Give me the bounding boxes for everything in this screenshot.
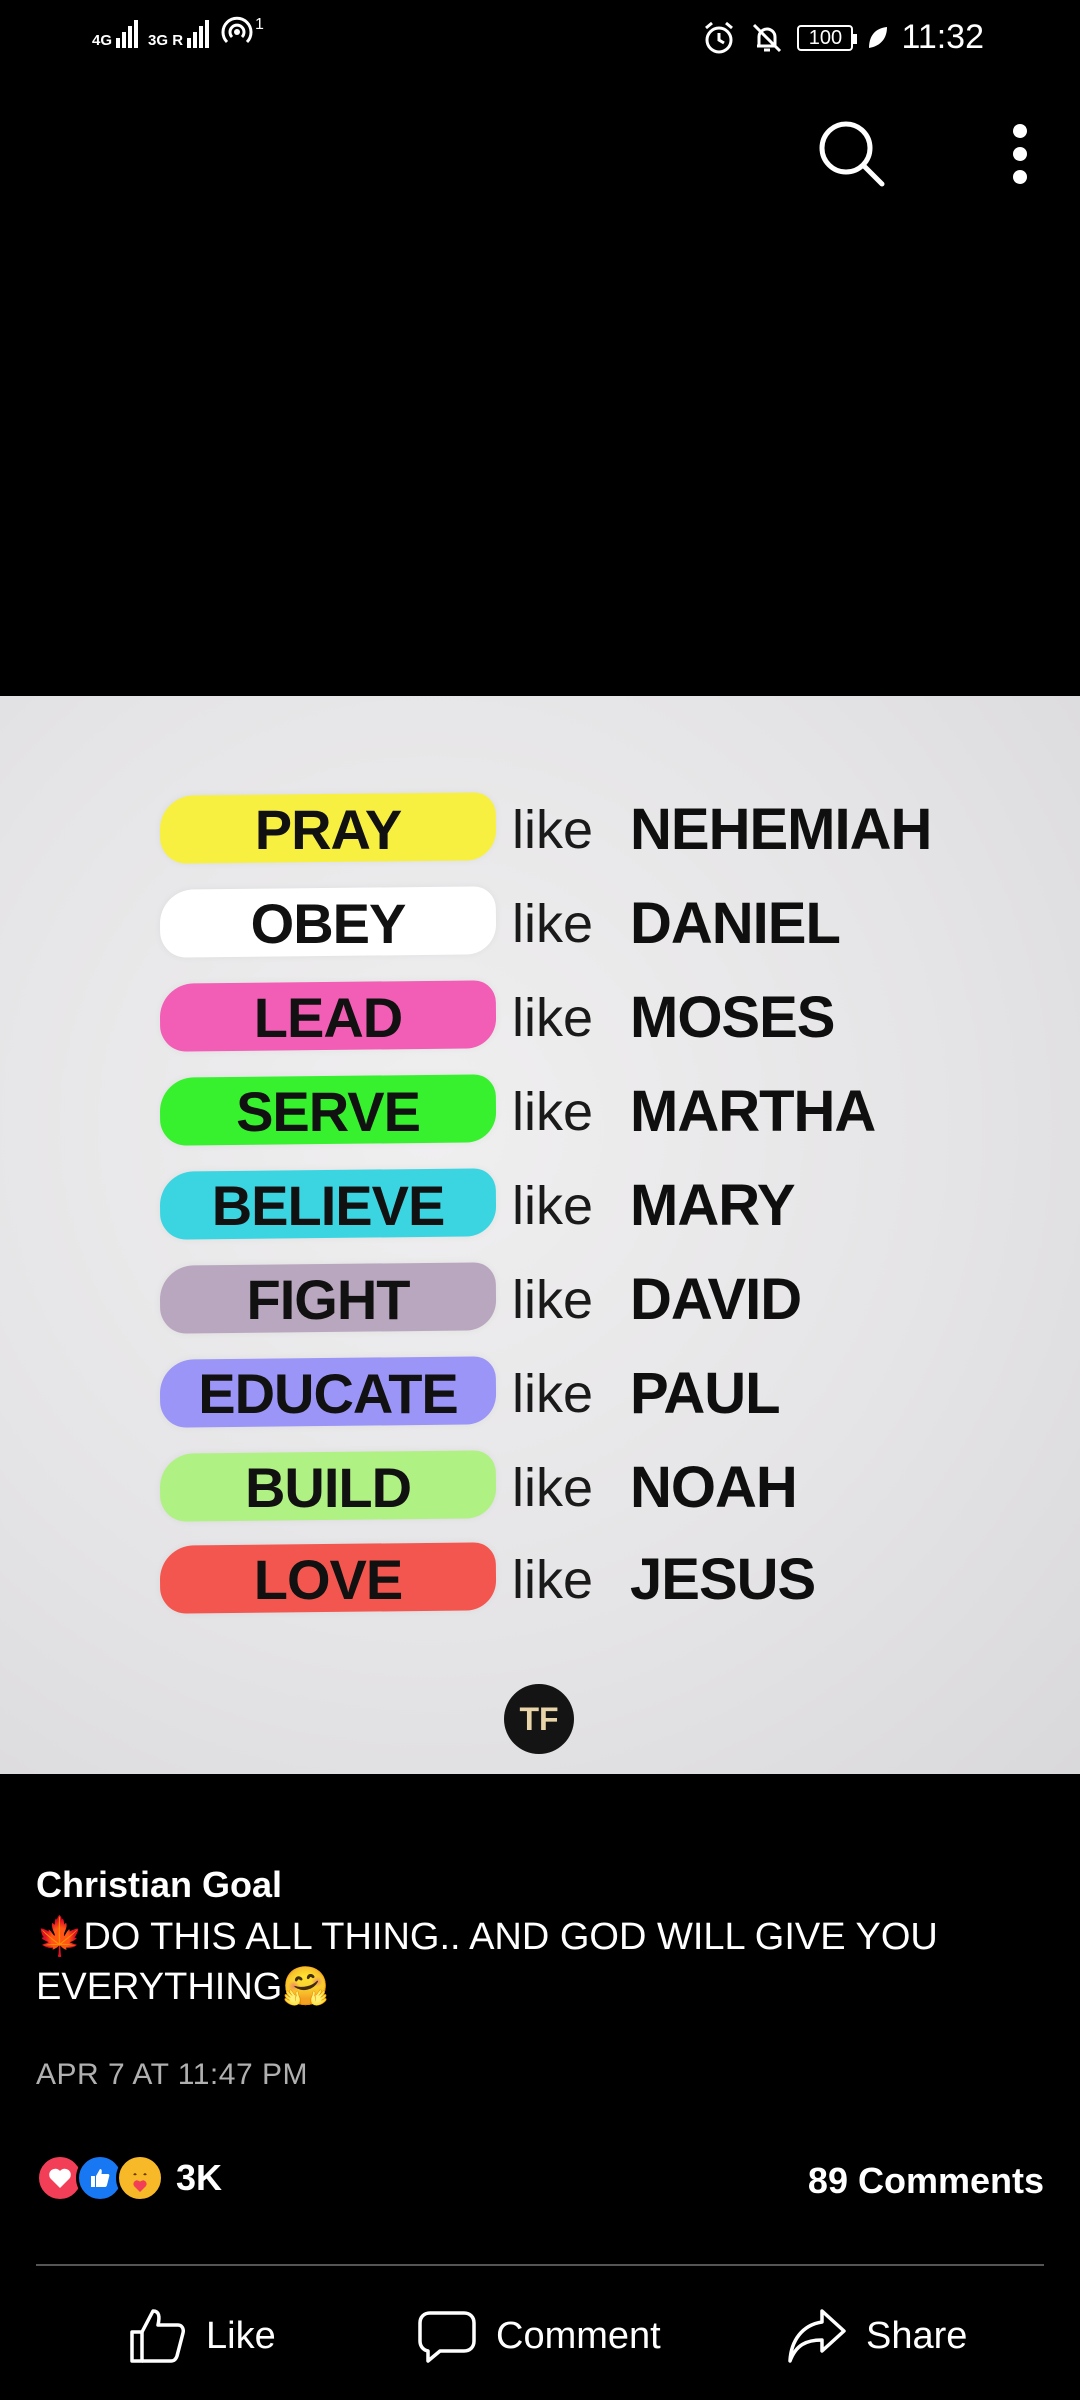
verse-person: JESUS: [630, 1547, 816, 1612]
verse-like: like: [512, 1270, 594, 1330]
signal-2: 3G R: [148, 18, 210, 49]
verse-verb: LEAD: [253, 986, 403, 1049]
verse-verb: FIGHT: [246, 1268, 411, 1331]
hotspot-icon: 1: [219, 16, 264, 48]
status-bar: 4G 3G R 1 100 11:32: [0, 0, 1080, 80]
verse-verb: PRAY: [254, 798, 402, 861]
battery-icon: 100: [797, 24, 858, 51]
publisher-logo: TF: [504, 1684, 574, 1754]
status-right: 100 11:32: [701, 18, 984, 57]
comment-label: Comment: [496, 2314, 661, 2357]
comment-button[interactable]: Comment: [416, 2296, 661, 2376]
verse-like: like: [512, 1364, 594, 1424]
verse-verb: OBEY: [250, 892, 407, 955]
share-button[interactable]: Share: [786, 2296, 967, 2376]
verse-person: MARY: [630, 1173, 796, 1238]
verse-like: like: [512, 894, 594, 954]
verse-person: DAVID: [630, 1267, 802, 1332]
verse-verb: SERVE: [236, 1080, 421, 1143]
verse-person: DANIEL: [630, 891, 841, 956]
signal-bars-icon: [116, 18, 139, 48]
more-options-button[interactable]: [1000, 114, 1040, 194]
post-timestamp: APR 7 AT 11:47 PM: [36, 2058, 308, 2091]
verse-like: like: [512, 1550, 594, 1610]
verse-like: like: [512, 1082, 594, 1142]
share-icon: [788, 2309, 846, 2363]
verse-verb: BELIEVE: [211, 1174, 446, 1237]
post-action-bar: Like Comment Share: [0, 2296, 1080, 2376]
verse-row: LOVE like JESUS: [0, 1534, 1080, 1624]
hotspot-badge: 1: [255, 16, 264, 33]
signal-bars-icon: [187, 18, 210, 48]
care-reaction-icon: [116, 2154, 164, 2202]
verse-row: EDUCATE like PAUL: [0, 1348, 1080, 1438]
search-button[interactable]: [812, 114, 892, 194]
post-author[interactable]: Christian Goal: [36, 1864, 282, 1906]
signal-1: 4G: [92, 18, 139, 49]
network-type-2: 3G R: [148, 32, 184, 49]
alarm-icon: [705, 21, 734, 53]
verse-like: like: [512, 1176, 594, 1236]
verse-like: like: [512, 988, 594, 1048]
search-icon: [819, 121, 885, 187]
reactions-summary[interactable]: 3K: [36, 2154, 222, 2202]
verse-row: FIGHT like DAVID: [0, 1254, 1080, 1344]
verse-row: BUILD like NOAH: [0, 1442, 1080, 1532]
share-label: Share: [866, 2314, 968, 2357]
battery-saver-leaf-icon: [869, 26, 888, 48]
verse-person: NEHEMIAH: [630, 797, 932, 862]
post-caption: 🍁DO THIS ALL THING.. AND GOD WILL GIVE Y…: [36, 1916, 938, 2008]
verse-verb: BUILD: [244, 1456, 412, 1519]
thumbs-up-icon: [130, 2309, 185, 2363]
verse-row: PRAY like NEHEMIAH: [0, 784, 1080, 874]
like-button[interactable]: Like: [126, 2296, 276, 2376]
comment-icon: [418, 2311, 476, 2363]
verse-row: BELIEVE like MARY: [0, 1160, 1080, 1250]
top-actions: [780, 110, 1080, 190]
network-type-1: 4G: [92, 32, 113, 49]
verse-verb: EDUCATE: [198, 1362, 459, 1425]
verse-row: SERVE like MARTHA: [0, 1066, 1080, 1156]
verse-person: PAUL: [630, 1361, 781, 1426]
verse-person: MOSES: [630, 985, 835, 1050]
divider: [36, 2264, 1044, 2266]
notifications-off-icon: [753, 23, 782, 52]
post-image[interactable]: PRAY like NEHEMIAH OBEY like DANIEL LEAD…: [0, 696, 1080, 1774]
verse-verb: LOVE: [253, 1548, 403, 1611]
verse-like: like: [512, 1458, 594, 1518]
like-label: Like: [206, 2314, 276, 2357]
verse-like: like: [512, 800, 594, 860]
comments-count-link[interactable]: 89 Comments: [808, 2160, 1044, 2202]
verse-person: NOAH: [630, 1455, 798, 1520]
verse-row: LEAD like MOSES: [0, 972, 1080, 1062]
reaction-count: 3K: [176, 2157, 223, 2198]
status-left: 4G 3G R 1: [92, 16, 264, 48]
verse-row: OBEY like DANIEL: [0, 878, 1080, 968]
clock: 11:32: [901, 18, 984, 56]
verse-person: MARTHA: [630, 1079, 876, 1144]
